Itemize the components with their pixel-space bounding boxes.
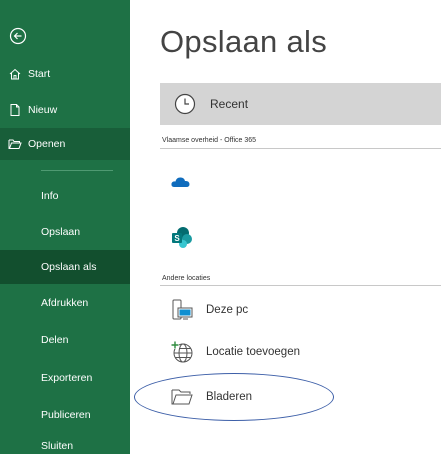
section-divider [160,285,441,286]
new-document-icon [10,104,20,116]
nav-item-start[interactable]: Start [0,63,130,85]
sharepoint-icon: S [172,227,192,248]
svg-text:S: S [174,234,180,243]
nav-item-opslaan[interactable]: Opslaan [0,221,130,243]
recent-label: Recent [210,97,249,111]
nav-label: Opslaan [41,226,81,238]
location-label: Locatie toevoegen [206,346,300,358]
nav-label: Openen [28,138,66,150]
backstage-sidebar: Start Nieuw Openen Info Opslaan Opslaan … [0,0,130,454]
location-label: Deze pc [206,304,249,316]
section-label-office365: Vlaamse overheid - Office 365 [162,137,257,144]
location-deze-pc[interactable]: Deze pc [170,298,248,322]
page-title: Opslaan als [160,24,328,59]
location-toevoegen[interactable]: Locatie toevoegen [170,340,300,364]
nav-item-info[interactable]: Info [0,185,130,207]
nav-label: Sluiten [41,440,74,452]
nav-label: Info [41,190,59,202]
nav-item-afdrukken[interactable]: Afdrukken [0,292,130,314]
add-location-globe-icon [171,341,193,363]
nav-item-delen[interactable]: Delen [0,329,130,351]
nav-item-nieuw[interactable]: Nieuw [0,99,130,121]
open-folder-icon [8,139,22,149]
nav-label: Delen [41,334,69,346]
section-divider [160,148,441,149]
recent-location[interactable]: Recent [160,83,441,125]
clock-icon [174,93,196,115]
nav-label: Exporteren [41,372,93,384]
location-onedrive[interactable] [170,170,206,194]
nav-item-openen[interactable]: Openen [0,128,130,160]
nav-label: Afdrukken [41,297,89,309]
highlight-annotation-oval [134,373,334,421]
nav-item-publiceren[interactable]: Publiceren [0,404,130,426]
location-sharepoint[interactable]: S [170,225,206,249]
nav-item-exporteren[interactable]: Exporteren [0,367,130,389]
nav-label: Opslaan als [41,261,97,273]
home-icon [9,68,21,80]
nav-item-opslaan-als[interactable]: Opslaan als [0,250,130,284]
nav-label: Nieuw [28,104,58,116]
nav-label: Publiceren [41,409,91,421]
computer-icon [172,299,193,320]
onedrive-icon [171,177,190,187]
nav-label: Start [28,68,51,80]
nav-item-sluiten[interactable]: Sluiten [0,436,130,454]
sidebar-divider [41,170,113,171]
section-label-andere-locaties: Andere locaties [162,275,211,282]
back-arrow-icon[interactable] [9,27,27,45]
